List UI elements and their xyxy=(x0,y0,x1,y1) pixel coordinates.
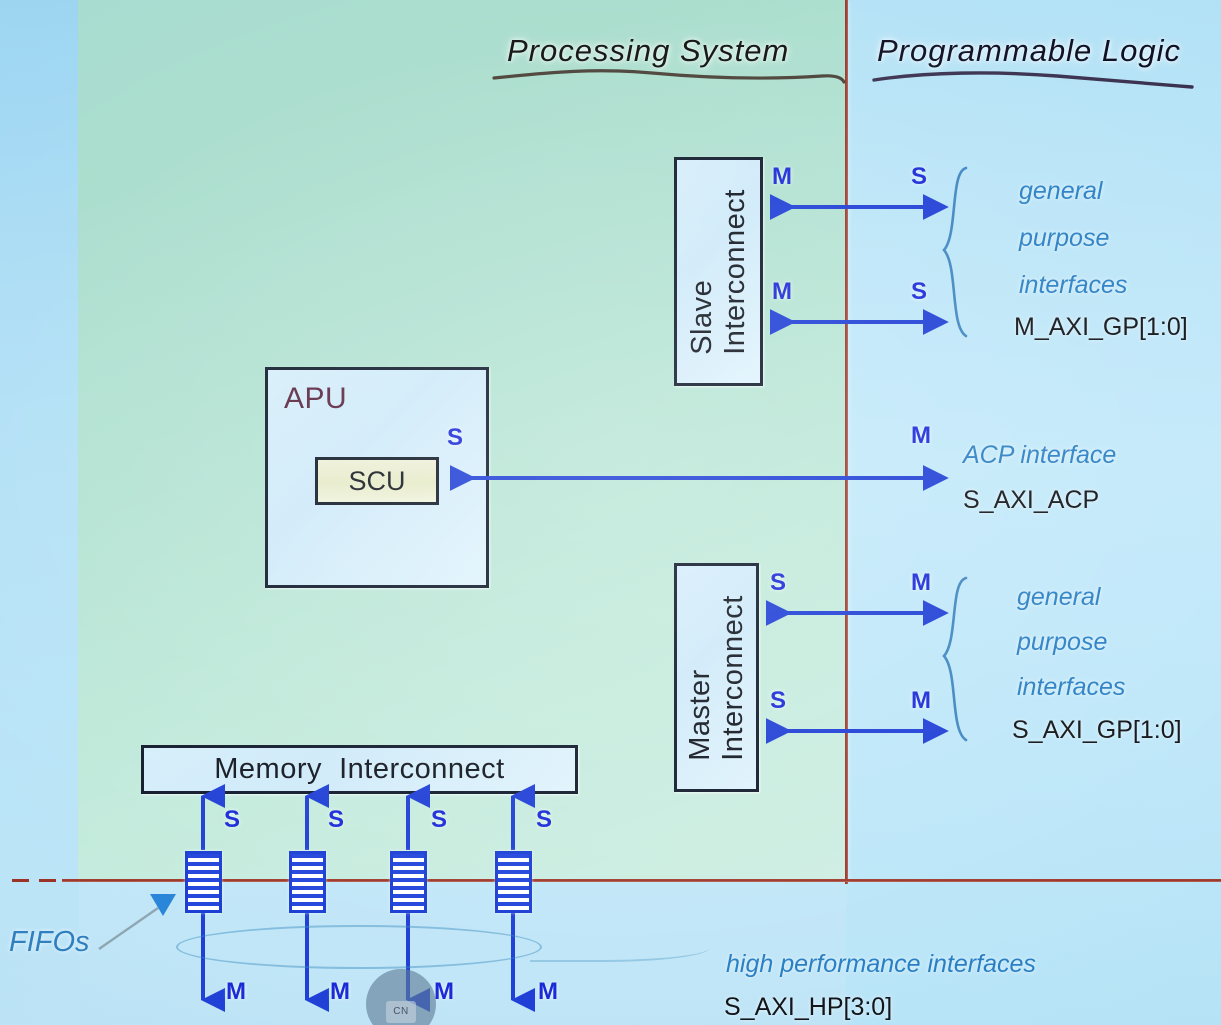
port-slave-top-right: S xyxy=(911,163,928,190)
port-mem-s2: S xyxy=(328,806,345,833)
brace-gp-master xyxy=(942,166,968,338)
diagram-canvas: Processing System Programmable Logic Sla… xyxy=(0,0,1221,1025)
fifos-pointer-line xyxy=(98,907,159,950)
gp-master-desc-line2: purpose xyxy=(1019,224,1110,252)
port-mem-s4: S xyxy=(536,806,553,833)
fifo-block-4 xyxy=(495,851,532,913)
hp-desc: high performance interfaces xyxy=(726,950,1036,978)
port-slave-top-left: M xyxy=(772,163,792,190)
port-slave-bot-left: M xyxy=(772,278,792,305)
gp-slave-desc-line3: interfaces xyxy=(1017,673,1126,701)
port-scu-slave: S xyxy=(447,424,464,451)
fifo-block-1 xyxy=(185,851,222,913)
port-mem-s3: S xyxy=(431,806,448,833)
port-hp-m4: M xyxy=(538,978,558,1005)
port-slave-bot-right: S xyxy=(911,278,928,305)
gp-slave-interface-name: S_AXI_GP[1:0] xyxy=(1012,716,1182,744)
port-acp-master: M xyxy=(911,422,931,449)
gp-master-desc-line1: general xyxy=(1019,177,1103,205)
port-master-bot-right: M xyxy=(911,687,931,714)
port-hp-m1: M xyxy=(226,978,246,1005)
gp-master-desc-line3: interfaces xyxy=(1019,271,1128,299)
brace-gp-slave xyxy=(942,576,968,742)
gp-master-interface-name: M_AXI_GP[1:0] xyxy=(1014,313,1188,341)
fifos-pointer-head xyxy=(150,894,176,916)
gp-slave-desc-line1: general xyxy=(1017,583,1101,611)
port-hp-m2: M xyxy=(330,978,350,1005)
port-master-top-right: M xyxy=(911,569,931,596)
port-mem-s1: S xyxy=(224,806,241,833)
fifo-block-3 xyxy=(390,851,427,913)
acp-desc: ACP interface xyxy=(963,441,1117,469)
hp-interface-name: S_AXI_HP[3:0] xyxy=(724,993,893,1021)
port-master-bot-left: S xyxy=(770,687,787,714)
fifo-block-2 xyxy=(289,851,326,913)
acp-interface-name: S_AXI_ACP xyxy=(963,486,1100,514)
fifos-annotation-label: FIFOs xyxy=(9,926,90,958)
gp-slave-desc-line2: purpose xyxy=(1017,628,1108,656)
port-master-top-left: S xyxy=(770,569,787,596)
port-hp-m3: M xyxy=(434,978,454,1005)
